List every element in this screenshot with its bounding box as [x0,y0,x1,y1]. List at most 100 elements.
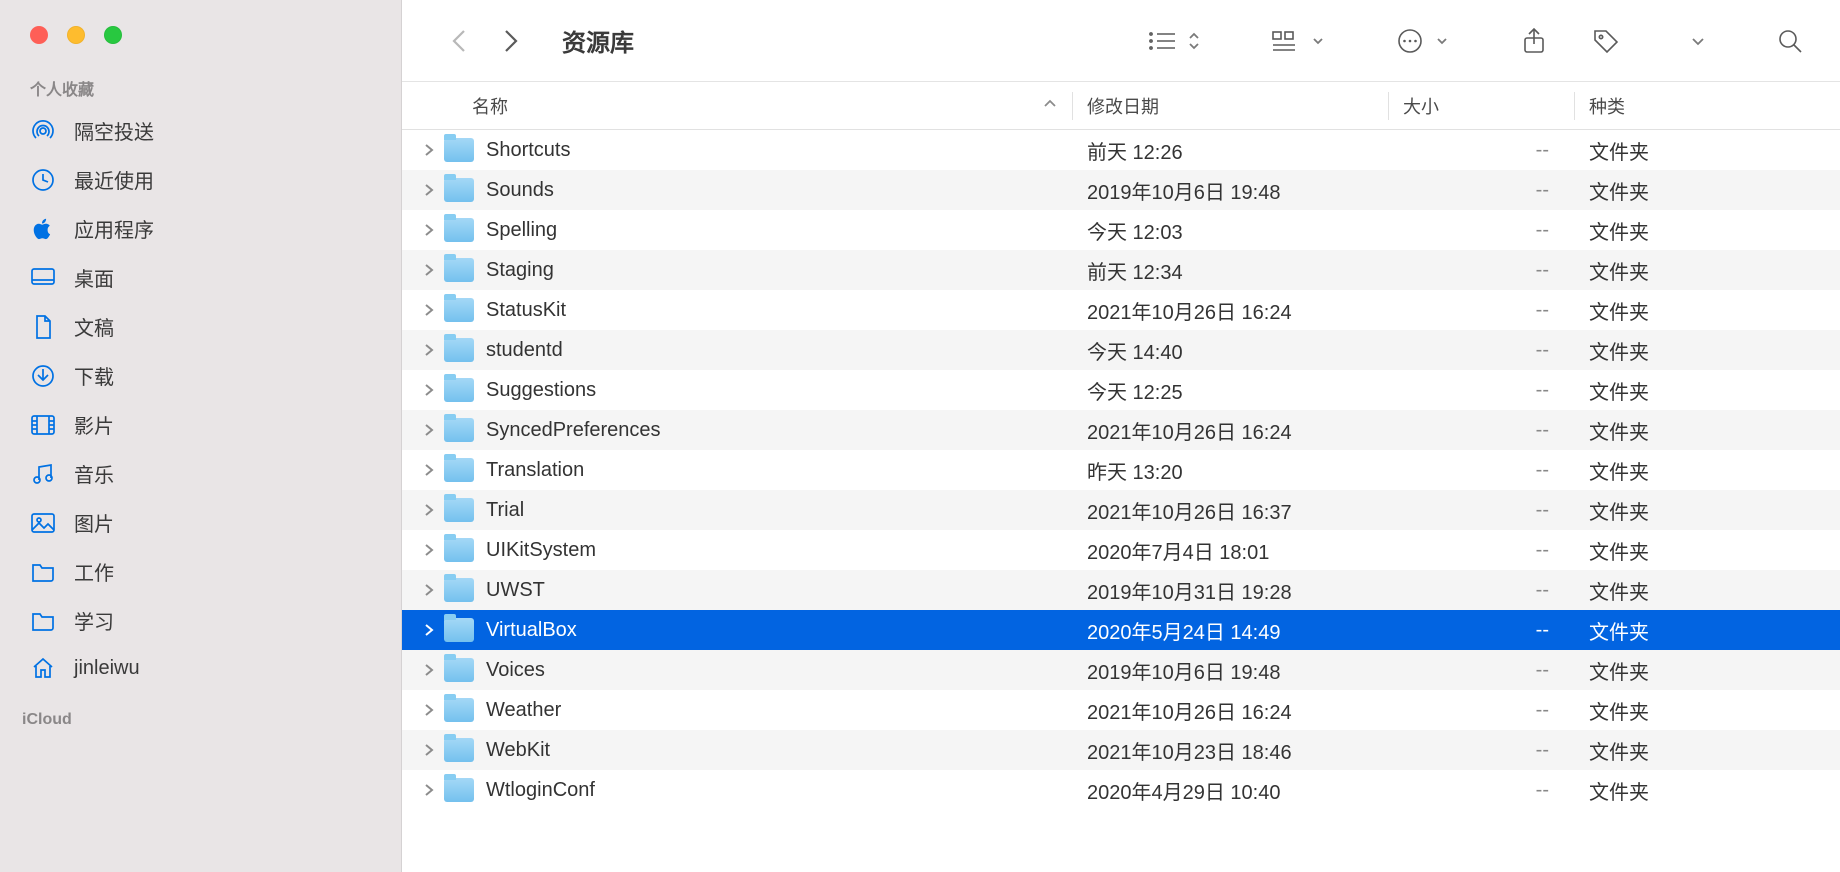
sidebar-item-label: jinleiwu [74,657,140,680]
column-header-kind[interactable]: 种类 [1575,93,1840,119]
file-size: -- [1389,299,1575,322]
file-date: 今天 14:40 [1073,336,1389,365]
column-header-name-label: 名称 [472,93,508,119]
picture-icon [30,510,56,536]
disclosure-triangle-icon[interactable] [414,663,444,677]
disclosure-triangle-icon[interactable] [414,343,444,357]
file-row[interactable]: VirtualBox2020年5月24日 14:49--文件夹 [402,610,1840,650]
file-date: 今天 12:03 [1073,216,1389,245]
sidebar-section-favorites: 个人收藏 [0,68,401,106]
disclosure-triangle-icon[interactable] [414,703,444,717]
sidebar-item-download-5[interactable]: 下载 [0,351,401,400]
file-size: -- [1389,219,1575,242]
file-name: Weather [486,699,1073,722]
back-button[interactable] [438,20,480,62]
file-date: 2020年4月29日 10:40 [1073,776,1389,805]
file-date: 前天 12:26 [1073,136,1389,165]
close-window-button[interactable] [30,26,48,44]
column-header-date[interactable]: 修改日期 [1073,93,1388,119]
file-row[interactable]: Weather2021年10月26日 16:24--文件夹 [402,690,1840,730]
sidebar-item-picture-8[interactable]: 图片 [0,498,401,547]
file-row[interactable]: Trial2021年10月26日 16:37--文件夹 [402,490,1840,530]
search-button[interactable] [1772,21,1808,61]
file-name: Shortcuts [486,139,1073,162]
file-row[interactable]: studentd今天 14:40--文件夹 [402,330,1840,370]
file-list: Shortcuts前天 12:26--文件夹Sounds2019年10月6日 1… [402,130,1840,810]
file-kind: 文件夹 [1575,736,1840,765]
share-button[interactable] [1516,21,1552,61]
disclosure-triangle-icon[interactable] [414,463,444,477]
file-kind: 文件夹 [1575,696,1840,725]
disclosure-triangle-icon[interactable] [414,503,444,517]
disclosure-triangle-icon[interactable] [414,223,444,237]
column-header-name[interactable]: 名称 [402,93,1072,119]
sidebar-item-airdrop-0[interactable]: 隔空投送 [0,106,401,155]
file-row[interactable]: SyncedPreferences2021年10月26日 16:24--文件夹 [402,410,1840,450]
view-list-button[interactable] [1144,21,1180,61]
disclosure-triangle-icon[interactable] [414,743,444,757]
action-menu-button[interactable] [1392,21,1428,61]
view-options-toggle[interactable] [1182,21,1206,61]
sidebar-item-label: 隔空投送 [74,116,154,145]
disclosure-triangle-icon[interactable] [414,303,444,317]
file-row[interactable]: Staging前天 12:34--文件夹 [402,250,1840,290]
sidebar-item-desktop-3[interactable]: 桌面 [0,253,401,302]
file-size: -- [1389,139,1575,162]
music-icon [30,461,56,487]
disclosure-triangle-icon[interactable] [414,183,444,197]
disclosure-triangle-icon[interactable] [414,423,444,437]
file-date: 今天 12:25 [1073,376,1389,405]
sidebar-item-clock-1[interactable]: 最近使用 [0,155,401,204]
file-date: 2019年10月6日 19:48 [1073,656,1389,685]
disclosure-triangle-icon[interactable] [414,583,444,597]
disclosure-triangle-icon[interactable] [414,263,444,277]
sidebar-item-folder-9[interactable]: 工作 [0,547,401,596]
file-date: 2021年10月26日 16:37 [1073,496,1389,525]
sidebar-item-doc-4[interactable]: 文稿 [0,302,401,351]
file-size: -- [1389,259,1575,282]
sidebar-item-label: 学习 [74,606,114,635]
file-row[interactable]: WtloginConf2020年4月29日 10:40--文件夹 [402,770,1840,810]
toolbar-overflow-button[interactable] [1686,21,1710,61]
sidebar-item-movie-6[interactable]: 影片 [0,400,401,449]
file-row[interactable]: Suggestions今天 12:25--文件夹 [402,370,1840,410]
desktop-icon [30,265,56,291]
folder-icon [444,618,474,642]
minimize-window-button[interactable] [67,26,85,44]
file-name: VirtualBox [486,619,1073,642]
disclosure-triangle-icon[interactable] [414,543,444,557]
file-name: Suggestions [486,379,1073,402]
group-by-button[interactable] [1268,21,1304,61]
file-size: -- [1389,699,1575,722]
file-row[interactable]: Sounds2019年10月6日 19:48--文件夹 [402,170,1840,210]
window-controls [0,10,401,68]
file-size: -- [1389,659,1575,682]
file-date: 2019年10月6日 19:48 [1073,176,1389,205]
tags-button[interactable] [1588,21,1624,61]
file-row[interactable]: Spelling今天 12:03--文件夹 [402,210,1840,250]
folder-icon [444,498,474,522]
file-row[interactable]: Voices2019年10月6日 19:48--文件夹 [402,650,1840,690]
file-size: -- [1389,459,1575,482]
disclosure-triangle-icon[interactable] [414,623,444,637]
file-row[interactable]: WebKit2021年10月23日 18:46--文件夹 [402,730,1840,770]
action-menu-chevron-icon[interactable] [1430,21,1454,61]
sidebar-item-folder-10[interactable]: 学习 [0,596,401,645]
group-by-chevron-icon[interactable] [1306,21,1330,61]
disclosure-triangle-icon[interactable] [414,383,444,397]
file-row[interactable]: Translation昨天 13:20--文件夹 [402,450,1840,490]
file-row[interactable]: UIKitSystem2020年7月4日 18:01--文件夹 [402,530,1840,570]
column-header-size[interactable]: 大小 [1389,93,1574,119]
disclosure-triangle-icon[interactable] [414,143,444,157]
sidebar-item-music-7[interactable]: 音乐 [0,449,401,498]
file-row[interactable]: Shortcuts前天 12:26--文件夹 [402,130,1840,170]
zoom-window-button[interactable] [104,26,122,44]
clock-icon [30,167,56,193]
forward-button[interactable] [490,20,532,62]
sidebar-item-apps-2[interactable]: 应用程序 [0,204,401,253]
file-row[interactable]: UWST2019年10月31日 19:28--文件夹 [402,570,1840,610]
disclosure-triangle-icon[interactable] [414,783,444,797]
file-name: Staging [486,259,1073,282]
sidebar-item-home-11[interactable]: jinleiwu [0,645,401,691]
file-row[interactable]: StatusKit2021年10月26日 16:24--文件夹 [402,290,1840,330]
